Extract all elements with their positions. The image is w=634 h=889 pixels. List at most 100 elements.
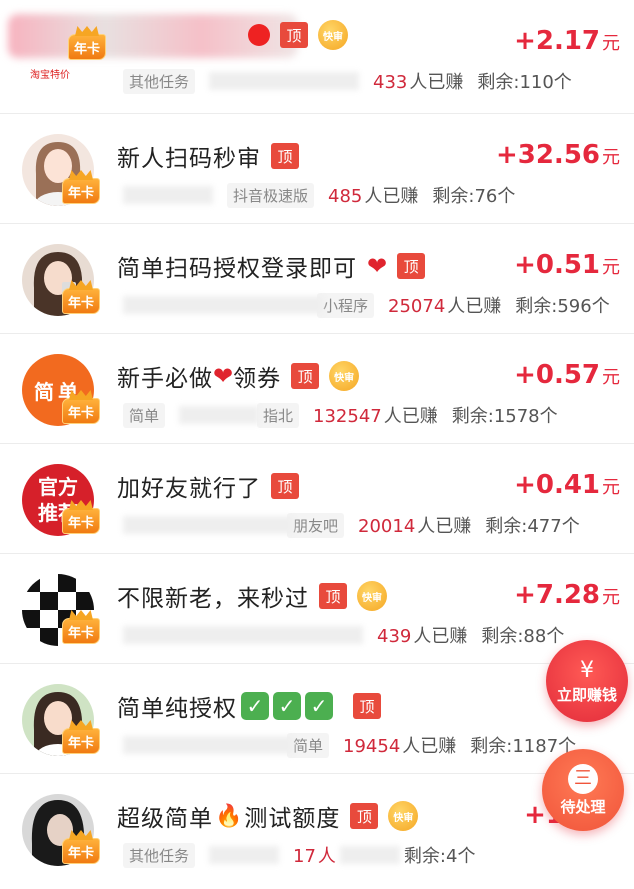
task-title: 超级简单 [117, 806, 213, 832]
redacted-text [123, 186, 213, 204]
reward: +0.41 元 [514, 470, 620, 500]
earned-suffix: 人已赚 [413, 626, 468, 647]
checkmark-icon: ✓ [305, 692, 333, 720]
top-tag: 顶 [271, 473, 299, 499]
task-row[interactable]: 年卡 简单扫码授权登录即可 ❤ 顶 小程序 25074 人已赚 剩余:596个 +… [0, 224, 634, 334]
task-title: 不限新老，来秒过 [117, 586, 309, 612]
task-title-suffix: 领券 [233, 366, 282, 392]
reward-amount: +0.51 [514, 250, 600, 280]
remaining-count: 剩余:596个 [515, 296, 610, 317]
year-card-badge: 年卡 [62, 728, 100, 754]
redacted-text [209, 72, 360, 90]
reward: +0.51 元 [514, 250, 620, 280]
avatar: 淘宝特价 年卡 [30, 34, 118, 122]
remaining-count: 剩余:76个 [432, 186, 516, 207]
reward-amount: +0.57 [514, 360, 600, 390]
earned-suffix: 人已赚 [383, 406, 438, 427]
checkmark-icon: ✓ [241, 692, 269, 720]
remaining-count: 剩余:110个 [477, 72, 572, 93]
heart-icon: ❤ [213, 362, 234, 390]
task-row[interactable]: 年卡 不限新老，来秒过 顶 快审 439 人已赚 剩余:88个 +7.28 元 [0, 554, 634, 664]
top-tag: 顶 [350, 803, 379, 829]
fire-icon: 🔥 [215, 803, 243, 829]
task-row[interactable]: 年卡 新人扫码秒审 顶 抖音极速版 485 人已赚 剩余:76个 +32.56 元 [0, 114, 634, 224]
task-category: 其他任务 [123, 68, 196, 94]
earned-count: 20014 [358, 516, 416, 537]
earned-suffix: 人已赚 [364, 186, 419, 207]
redacted-text [123, 626, 363, 644]
task-row[interactable]: 年卡 超级简单 🔥 测试额度 顶 快审 其他任务 17 人 剩余:4个 +1 [0, 774, 634, 884]
task-title: 新人扫码秒审 [117, 146, 261, 172]
avatar: 年卡 [22, 684, 102, 764]
top-tag: 顶 [397, 253, 426, 279]
reward-amount: +7.28 [514, 580, 600, 610]
heart-icon: ❤ [367, 252, 388, 280]
redacted-text [123, 516, 293, 534]
fast-review-tag: 快审 [329, 361, 360, 391]
task-category: 小程序 [317, 292, 375, 318]
task-list: 淘宝特价 年卡 顶 快审 其他任务 433 人已赚 剩余:110个 +2.17 元 [0, 0, 634, 884]
avatar-label: 淘宝特价 [30, 70, 70, 81]
year-card-badge: 年卡 [62, 398, 100, 424]
avatar: 官方 推荐 年卡 [22, 464, 102, 544]
year-card-badge: 年卡 [62, 178, 100, 204]
task-row[interactable]: 淘宝特价 年卡 顶 快审 其他任务 433 人已赚 剩余:110个 +2.17 元 [0, 0, 634, 114]
earned-count: 485 [328, 186, 363, 207]
year-card-badge: 年卡 [62, 618, 100, 644]
earned-count: 19454 [343, 736, 401, 757]
reward: +32.56 元 [496, 140, 620, 170]
task-title: 加好友就行了 [117, 476, 261, 502]
avatar: 简单 年卡 [22, 354, 102, 434]
avatar-label-top: 官方 [38, 475, 78, 499]
reward: +7.28 元 [514, 580, 620, 610]
pending-label: 待处理 [560, 797, 606, 816]
fast-review-tag: 快审 [318, 20, 348, 50]
task-row[interactable]: 官方 推荐 年卡 加好友就行了 顶 朋友吧 20014 人已赚 剩余:477个 +… [0, 444, 634, 554]
top-tag: 顶 [280, 22, 308, 48]
remaining-count: 剩余:1187个 [470, 736, 577, 757]
earned-suffix: 人已赚 [402, 736, 457, 757]
year-card-badge: 年卡 [62, 508, 100, 534]
fast-review-tag: 快审 [357, 581, 387, 611]
earned-suffix: 人已赚 [447, 296, 502, 317]
fast-review-tag: 快审 [388, 801, 419, 831]
redacted-text [179, 406, 260, 424]
task-title: 简单纯授权 [117, 696, 237, 722]
task-category: 简单 [287, 732, 330, 758]
redacted-text [123, 296, 323, 314]
redacted-text [123, 736, 293, 754]
year-card-badge: 年卡 [68, 34, 106, 60]
task-category: 抖音极速版 [227, 182, 315, 208]
reward-amount: +32.56 [495, 140, 600, 170]
earn-now-button[interactable]: ¥ 立即赚钱 [546, 640, 628, 722]
task-title: 简单扫码授权登录即可 [117, 256, 357, 282]
earned-suffix: 人已赚 [409, 72, 464, 93]
top-tag: 顶 [271, 143, 299, 169]
earned-count: 439 [377, 626, 412, 647]
task-category: 其他任务 [123, 842, 196, 868]
remaining-count: 剩余:1578个 [451, 406, 558, 427]
earned-count: 17 [293, 846, 316, 867]
redacted-text [339, 846, 400, 864]
task-row[interactable]: 年卡 简单纯授权 ✓ ✓ ✓ 顶 简单 19454 人已赚 剩余:1187个 [0, 664, 634, 774]
remaining-count: 剩余:4个 [403, 846, 476, 867]
avatar: 年卡 [22, 574, 102, 654]
reward: +0.57 元 [514, 360, 620, 390]
earned-suffix: 人已赚 [417, 516, 472, 537]
year-card-badge: 年卡 [62, 288, 100, 314]
reward-unit: 元 [602, 587, 620, 608]
reward-unit: 元 [602, 257, 620, 278]
task-row[interactable]: 简单 年卡 新手必做 ❤ 领券 顶 快审 简单 指北 132547 人已赚 剩余:… [0, 334, 634, 444]
top-tag: 顶 [291, 363, 320, 389]
pending-button[interactable]: 三 待处理 [542, 749, 624, 831]
remaining-count: 剩余:477个 [485, 516, 580, 537]
yen-icon: ¥ [580, 657, 594, 683]
hot-icon [248, 24, 270, 46]
remaining-count: 剩余:88个 [481, 626, 565, 647]
list-icon: 三 [568, 763, 598, 794]
task-title: 新手必做 [117, 366, 213, 392]
earned-count: 433 [373, 72, 408, 93]
task-category-2: 指北 [257, 402, 300, 428]
top-tag: 顶 [319, 583, 347, 609]
task-category: 朋友吧 [287, 512, 345, 538]
